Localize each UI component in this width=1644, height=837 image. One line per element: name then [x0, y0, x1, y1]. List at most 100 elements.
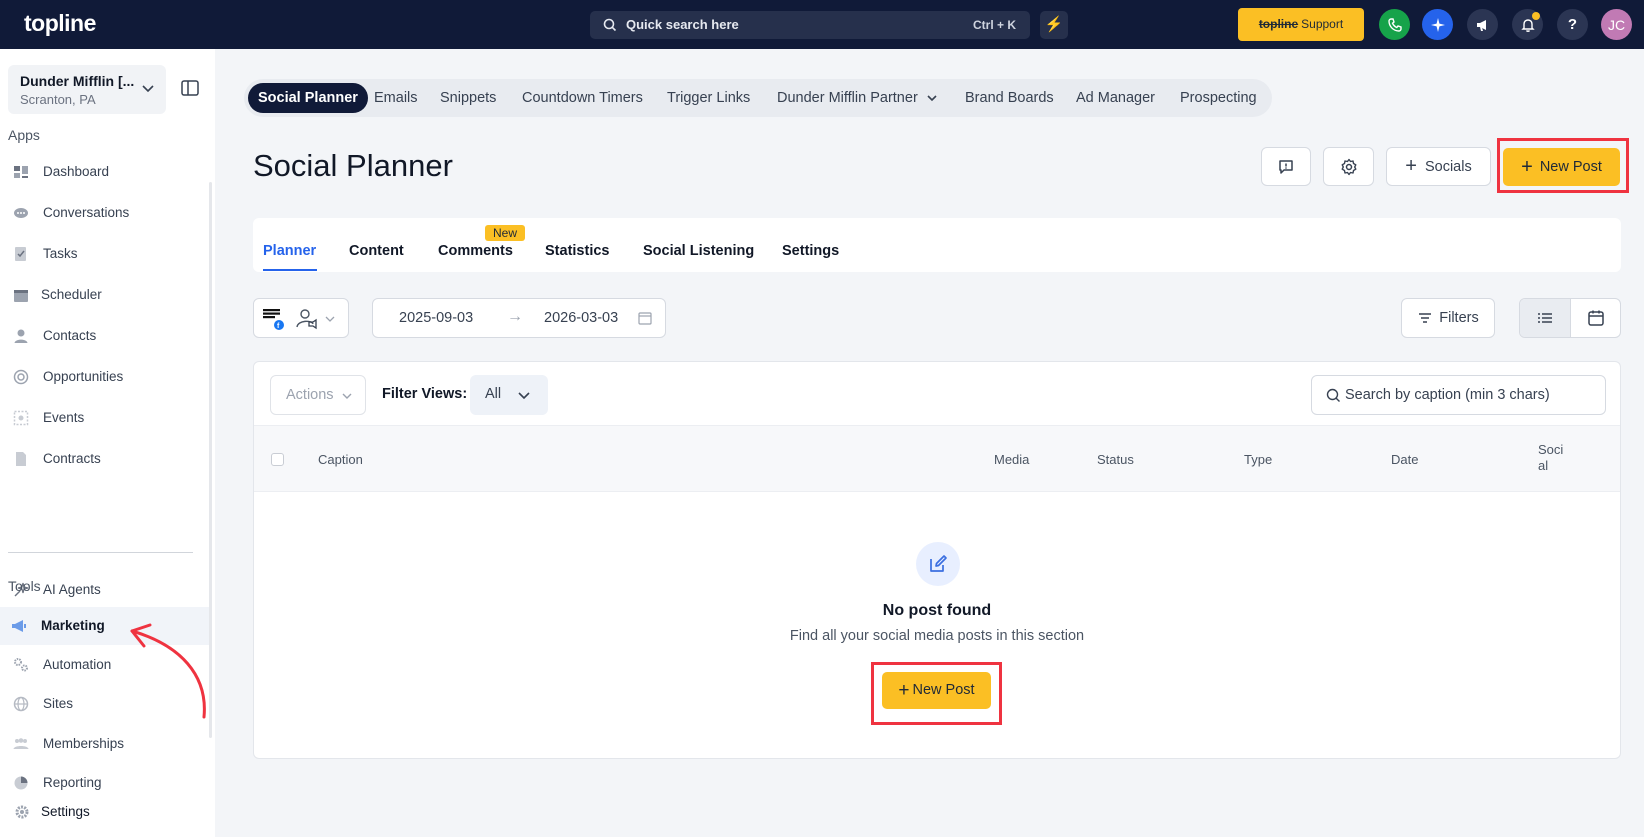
ai-assistant-button[interactable] [1422, 9, 1453, 40]
filter-icon [1419, 313, 1432, 323]
actions-dropdown[interactable]: Actions [270, 375, 366, 415]
column-caption[interactable]: Caption [318, 452, 363, 467]
annotation-arrow [130, 623, 206, 719]
search-icon [1326, 388, 1340, 402]
sidebar-item-label: Tasks [43, 246, 78, 261]
tab-countdown-timers[interactable]: Countdown Timers [512, 83, 653, 113]
sidebar-item-label: Events [43, 410, 85, 425]
megaphone-icon [1476, 19, 1486, 31]
sidebar-item-contracts[interactable]: Contracts [0, 440, 210, 478]
new-badge: New [485, 225, 525, 241]
quick-search[interactable]: Quick search here Ctrl + K [590, 11, 1030, 39]
document-icon [16, 452, 26, 466]
chevron-down-icon [518, 392, 530, 400]
filter-views-value: All [485, 386, 502, 402]
caption-search-input[interactable]: Search by caption (min 3 chars) [1311, 375, 1606, 415]
calendar-icon [638, 312, 652, 325]
tab-trigger-links[interactable]: Trigger Links [657, 83, 760, 113]
announcements-button[interactable] [1467, 9, 1498, 40]
sidebar-item-label: Contacts [43, 328, 97, 343]
filter-views-select[interactable]: All [470, 375, 548, 415]
gears-icon [14, 658, 28, 672]
target-icon [13, 369, 29, 385]
globe-icon [13, 696, 29, 712]
tab-emails[interactable]: Emails [364, 83, 428, 113]
sidebar-item-label: Memberships [43, 736, 125, 751]
avatar[interactable]: JC [1601, 9, 1632, 40]
calendar-icon [14, 290, 28, 302]
chevron-down-icon [342, 393, 352, 399]
feedback-button[interactable] [1261, 147, 1311, 186]
quick-search-shortcut: Ctrl + K [972, 18, 1016, 32]
tab-dunder-mifflin-partner[interactable]: Dunder Mifflin Partner [767, 83, 948, 113]
column-date[interactable]: Date [1391, 452, 1418, 467]
sidebar-item-tasks[interactable]: Tasks [0, 235, 210, 273]
tab-settings[interactable]: Settings [782, 243, 839, 259]
column-type[interactable]: Type [1244, 452, 1272, 467]
tab-statistics[interactable]: Statistics [545, 243, 609, 259]
phone-icon [1387, 17, 1402, 32]
sidebar-item-events[interactable]: Events [0, 399, 210, 437]
marketing-nav-tabs: Social Planner Emails Snippets Countdown… [244, 79, 1272, 117]
location-address: Scranton, PA [20, 92, 96, 107]
tab-social-planner[interactable]: Social Planner [248, 83, 368, 113]
gear-icon [1341, 158, 1356, 175]
location-switcher[interactable]: Dunder Mifflin [... Scranton, PA [8, 65, 166, 114]
sidebar-item-label: Contracts [43, 451, 101, 466]
settings-button[interactable] [1323, 147, 1374, 186]
sidebar-item-scheduler[interactable]: Scheduler [0, 276, 210, 314]
sidebar-item-conversations[interactable]: Conversations [0, 194, 210, 232]
sidebar-collapse-icon[interactable] [179, 77, 201, 99]
sidebar-item-settings[interactable]: Settings [0, 793, 210, 831]
tab-snippets[interactable]: Snippets [430, 83, 506, 113]
tab-ad-manager[interactable]: Ad Manager [1066, 83, 1165, 113]
sidebar-item-label: Reporting [43, 775, 102, 790]
account-avatars-icon: f [263, 308, 335, 330]
edit-icon [916, 542, 960, 586]
app-logo[interactable]: topline [24, 10, 96, 37]
date-to: 2026-03-03 [544, 310, 619, 326]
search-placeholder: Search by caption (min 3 chars) [1345, 387, 1550, 403]
support-button[interactable]: topline Support [1238, 8, 1364, 41]
tasks-icon [15, 247, 26, 261]
empty-state-title: No post found [882, 602, 992, 619]
table-header: Caption Media Status Type Date Social [254, 425, 1620, 492]
empty-state-subtitle: Find all your social media posts in this… [789, 628, 1085, 644]
help-button[interactable]: ? [1557, 9, 1588, 40]
tab-prospecting[interactable]: Prospecting [1170, 83, 1267, 113]
lightning-icon[interactable]: ⚡ [1040, 11, 1068, 39]
list-view-button[interactable] [1520, 299, 1570, 337]
tab-brand-boards[interactable]: Brand Boards [955, 83, 1064, 113]
sidebar-item-label: Dashboard [43, 164, 110, 179]
view-toggle [1519, 298, 1621, 338]
list-icon [1538, 313, 1552, 323]
sidebar-item-contacts[interactable]: Contacts [0, 317, 210, 355]
column-social[interactable]: Social [1538, 442, 1566, 474]
calendar-view-button[interactable] [1570, 299, 1620, 337]
select-all-checkbox[interactable] [271, 453, 284, 466]
dashboard-icon [14, 166, 28, 178]
tab-comments[interactable]: Comments [438, 243, 513, 259]
phone-button[interactable] [1379, 9, 1410, 40]
filters-button[interactable]: Filters [1401, 298, 1495, 338]
tab-content[interactable]: Content [349, 243, 404, 259]
planner-subtabs: Planner Content Comments New Statistics … [253, 218, 1621, 272]
calendar-icon [1587, 310, 1604, 326]
sidebar-item-memberships[interactable]: Memberships [0, 725, 210, 763]
sidebar-item-opportunities[interactable]: Opportunities [0, 358, 210, 396]
sidebar-item-label: Scheduler [41, 287, 102, 302]
chevron-down-icon [142, 85, 154, 93]
date-range-picker[interactable]: 2025-09-03 → 2026-03-03 [372, 298, 666, 338]
filter-views-label: Filter Views: [382, 386, 468, 402]
sidebar-item-dashboard[interactable]: Dashboard [0, 153, 210, 191]
sidebar-item-label: Marketing [41, 618, 105, 633]
tools-heading: Tools [8, 578, 41, 594]
add-socials-button[interactable]: + Socials [1386, 147, 1491, 186]
person-icon [14, 329, 28, 343]
tab-planner[interactable]: Planner [263, 243, 316, 259]
column-status[interactable]: Status [1097, 452, 1134, 467]
tab-social-listening[interactable]: Social Listening [643, 243, 754, 259]
account-picker[interactable]: f [253, 298, 349, 338]
column-media[interactable]: Media [994, 452, 1029, 467]
page-title: Social Planner [253, 148, 453, 183]
